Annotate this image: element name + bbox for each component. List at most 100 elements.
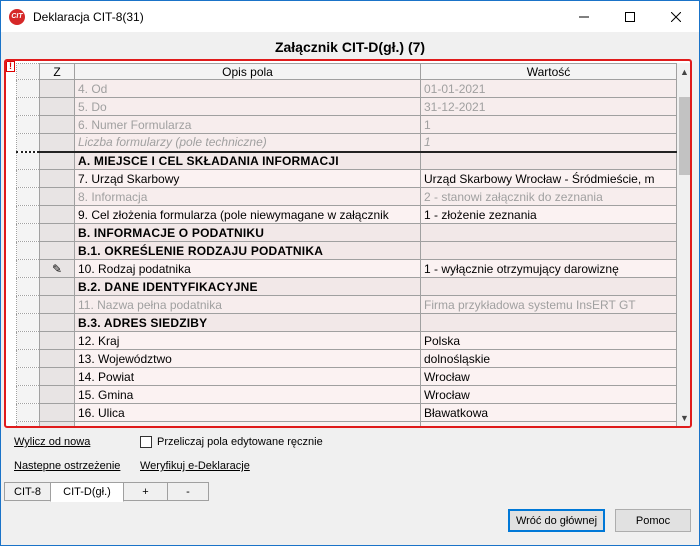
add-tab-button[interactable]: + xyxy=(123,482,168,501)
grid-row[interactable]: 4. Od 01-01-2021 xyxy=(16,79,677,98)
close-icon[interactable] xyxy=(653,1,699,32)
row-marker-cell xyxy=(39,150,75,170)
grid-table: Z Opis pola Wartość 4. Od 01-01-2021 5. Do… xyxy=(16,63,677,426)
field-description: 17. Nr domu xyxy=(74,421,421,426)
row-selector[interactable] xyxy=(16,187,40,206)
verify-edeclaration-link[interactable]: Weryfikuj e-Deklaracje xyxy=(140,460,250,472)
field-value[interactable]: Polska xyxy=(420,331,677,350)
grid-row[interactable]: 14. Powiat Wrocław xyxy=(16,367,677,386)
grid-row[interactable]: 8. Informacja 2 - stanowi załącznik do ze… xyxy=(16,187,677,206)
field-value[interactable]: dolnośląskie xyxy=(420,349,677,368)
help-button[interactable]: Pomoc xyxy=(615,509,691,532)
row-selector[interactable] xyxy=(16,79,40,98)
row-marker-cell xyxy=(39,277,75,296)
tab-cit-8[interactable]: CIT-8 xyxy=(4,482,51,501)
row-selector[interactable] xyxy=(16,367,40,386)
row-selector-header xyxy=(16,63,40,80)
row-marker-cell xyxy=(39,331,75,350)
remove-tab-button[interactable]: - xyxy=(167,482,209,501)
row-selector[interactable] xyxy=(16,223,40,242)
row-selector[interactable] xyxy=(16,385,40,404)
row-selector[interactable] xyxy=(16,403,40,422)
grid-row[interactable]: 11. Nazwa pełna podatnika Firma przykłado… xyxy=(16,295,677,314)
row-selector[interactable] xyxy=(16,241,40,260)
section-heading: B.3. ADRES SIEDZIBY xyxy=(74,313,421,332)
grid-section-row: A. MIEJSCE I CEL SKŁADANIA INFORMACJI xyxy=(16,150,677,170)
app-logo-icon: CIT xyxy=(9,8,25,25)
next-warning-link[interactable]: Nastepne ostrzeżenie xyxy=(14,460,120,472)
column-header-description[interactable]: Opis pola xyxy=(74,63,421,80)
scroll-up-icon[interactable]: ▲ xyxy=(677,63,690,80)
row-marker-cell xyxy=(39,133,75,152)
row-selector[interactable] xyxy=(16,205,40,224)
grid-row[interactable]: 13. Województwo dolnośląskie xyxy=(16,349,677,368)
field-value[interactable]: 1 - wyłącznie otrzymujący darowiznę xyxy=(420,259,677,278)
row-marker-cell xyxy=(39,367,75,386)
row-selector[interactable] xyxy=(16,295,40,314)
row-selector[interactable] xyxy=(16,259,40,278)
row-selector[interactable] xyxy=(16,97,40,116)
grid-row[interactable]: 7. Urząd Skarbowy Urząd Skarbowy Wrocław … xyxy=(16,169,677,188)
row-selector[interactable] xyxy=(16,313,40,332)
grid-row[interactable]: 17. Nr domu25 xyxy=(16,421,677,426)
field-description: Liczba formularzy (pole techniczne) xyxy=(74,133,421,152)
field-description: 7. Urząd Skarbowy xyxy=(74,169,421,188)
section-heading: B.1. OKREŚLENIE RODZAJU PODATNIKA xyxy=(74,241,421,260)
field-description: 12. Kraj xyxy=(74,331,421,350)
row-marker-cell xyxy=(39,79,75,98)
recalculate-link[interactable]: Wylicz od nowa xyxy=(14,436,90,448)
grid-row[interactable]: 16. Ulica Bławatkowa xyxy=(16,403,677,422)
window-title: Deklaracja CIT-8(31) xyxy=(33,9,144,24)
section-heading: B.2. DANE IDENTYFIKACYJNE xyxy=(74,277,421,296)
row-selector[interactable] xyxy=(16,421,40,426)
declaration-grid[interactable]: ! Z Opis pola Wartość 4. Od 01-01-2021 5. … xyxy=(4,59,692,428)
validation-error-icon[interactable]: ! xyxy=(6,61,15,72)
column-header-value[interactable]: Wartość xyxy=(420,63,677,80)
tab-cit-d[interactable]: CIT-D(gł.) xyxy=(50,482,124,502)
row-marker-cell xyxy=(39,313,75,332)
section-heading: B. INFORMACJE O PODATNIKU xyxy=(74,223,421,242)
grid-row[interactable]: ✎ 10. Rodzaj podatnika 1 - wyłącznie otrzy… xyxy=(16,259,677,278)
field-value[interactable]: Urząd Skarbowy Wrocław - Śródmieście, m xyxy=(420,169,677,188)
row-marker-cell xyxy=(39,403,75,422)
row-marker-cell xyxy=(39,169,75,188)
scroll-down-icon[interactable]: ▼ xyxy=(677,409,690,426)
field-value[interactable]: 1 - złożenie zeznania xyxy=(420,205,677,224)
row-selector[interactable] xyxy=(16,150,40,170)
minimize-icon[interactable] xyxy=(561,1,607,32)
vertical-scrollbar[interactable]: ▲ ▼ xyxy=(677,63,690,426)
field-description: 8. Informacja xyxy=(74,187,421,206)
grid-row[interactable]: 12. Kraj Polska xyxy=(16,331,677,350)
section-heading: A. MIEJSCE I CEL SKŁADANIA INFORMACJI xyxy=(74,150,421,170)
row-selector[interactable] xyxy=(16,169,40,188)
field-value[interactable]: Wrocław xyxy=(420,385,677,404)
grid-row[interactable]: 15. Gmina Wrocław xyxy=(16,385,677,404)
field-value[interactable]: 25 xyxy=(420,421,677,426)
row-selector[interactable] xyxy=(16,331,40,350)
form-title: Załącznik CIT-D(gł.) (7) xyxy=(274,39,426,55)
row-selector[interactable] xyxy=(16,277,40,296)
row-marker-cell xyxy=(39,223,75,242)
field-value: 1 xyxy=(420,115,677,134)
field-value: 1 xyxy=(420,133,677,152)
scrollbar-thumb[interactable] xyxy=(679,97,690,175)
row-selector[interactable] xyxy=(16,349,40,368)
column-header-z[interactable]: Z xyxy=(39,63,75,80)
field-description: 9. Cel złożenia formularza (pole niewyma… xyxy=(74,205,421,224)
maximize-icon[interactable] xyxy=(607,1,653,32)
row-selector[interactable] xyxy=(16,115,40,134)
field-value[interactable]: Wrocław xyxy=(420,367,677,386)
grid-row[interactable]: Liczba formularzy (pole techniczne) 1 xyxy=(16,133,677,152)
grid-section-row: B. INFORMACJE O PODATNIKU xyxy=(16,223,677,242)
row-marker-cell xyxy=(39,295,75,314)
grid-row[interactable]: 5. Do 31-12-2021 xyxy=(16,97,677,116)
recalc-edited-checkbox[interactable]: Przeliczaj pola edytowane ręcznie xyxy=(140,436,323,448)
checkbox-box[interactable] xyxy=(140,436,152,448)
form-tabs: CIT-8 CIT-D(gł.) + - xyxy=(4,482,209,502)
row-selector[interactable] xyxy=(16,133,40,152)
grid-row[interactable]: 9. Cel złożenia formularza (pole niewyma… xyxy=(16,205,677,224)
back-to-main-button[interactable]: Wróć do głównej xyxy=(508,509,605,532)
grid-row[interactable]: 6. Numer Formularza 1 xyxy=(16,115,677,134)
field-value[interactable]: Bławatkowa xyxy=(420,403,677,422)
grid-section-row: B.3. ADRES SIEDZIBY xyxy=(16,313,677,332)
